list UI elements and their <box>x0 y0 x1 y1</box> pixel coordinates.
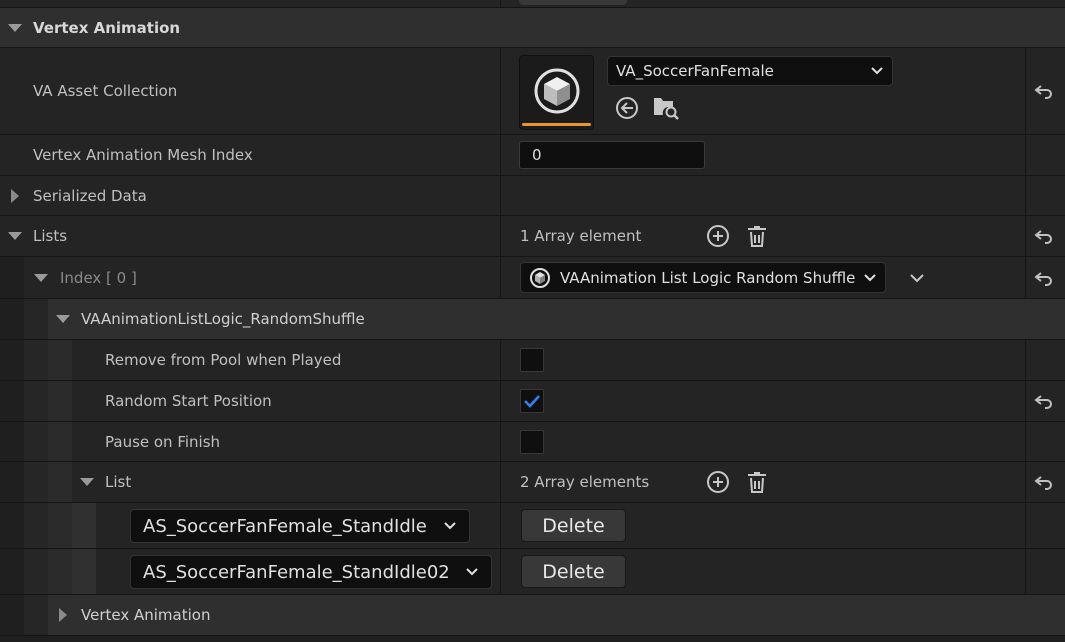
row-remove-from-pool: Remove from Pool when Played <box>0 340 1065 381</box>
animation-picker-value: AS_SoccerFanFemale_StandIdle02 <box>143 561 450 583</box>
add-element-icon[interactable] <box>706 224 730 248</box>
remove-from-pool-checkbox[interactable] <box>520 348 544 372</box>
property-label: Serialized Data <box>33 186 147 205</box>
delete-button[interactable]: Delete <box>521 509 626 542</box>
chevron-down-icon <box>444 522 456 530</box>
use-selected-arrow-icon[interactable] <box>614 95 640 121</box>
reset-to-default-icon[interactable] <box>1033 80 1055 102</box>
chevron-down-icon <box>871 67 883 75</box>
row-index-0: Index [ 0 ] VAAnimation List Logic Rando… <box>0 257 1065 299</box>
collapse-arrow-icon[interactable] <box>8 232 22 240</box>
chevron-down-icon[interactable] <box>909 271 925 285</box>
asset-picker-combo[interactable]: VA_SoccerFanFemale <box>607 56 893 86</box>
row-lists: Lists 1 Array element <box>0 216 1065 257</box>
static-mesh-icon <box>534 68 580 114</box>
property-label: Vertex Animation Mesh Index <box>33 146 253 164</box>
reset-to-default-icon[interactable] <box>1033 390 1055 412</box>
row-pause-on-finish: Pause on Finish <box>0 422 1065 462</box>
row-random-start: Random Start Position <box>0 381 1065 422</box>
section-title: Vertex Animation <box>81 606 211 624</box>
property-label: Random Start Position <box>105 392 272 410</box>
animation-picker-combo[interactable]: AS_SoccerFanFemale_StandIdle02 <box>130 555 492 589</box>
property-label: VA Asset Collection <box>33 82 178 100</box>
collapse-arrow-icon[interactable] <box>34 273 48 282</box>
previous-row <box>0 0 1065 8</box>
chevron-down-icon <box>466 568 478 576</box>
previous-row-button[interactable] <box>519 0 627 5</box>
row-list: List 2 Array elements <box>0 462 1065 503</box>
bottom-spacer <box>0 636 1065 642</box>
property-label: Lists <box>33 227 68 245</box>
chevron-down-icon <box>864 273 876 281</box>
expand-arrow-icon[interactable] <box>11 188 19 203</box>
list-item: AS_SoccerFanFemale_StandIdle Delete <box>0 503 1065 549</box>
property-label: Pause on Finish <box>105 432 221 451</box>
section-title: VAAnimationListLogic_RandomShuffle <box>81 310 365 328</box>
animation-picker-combo[interactable]: AS_SoccerFanFemale_StandIdle <box>130 509 470 543</box>
row-mesh-index: Vertex Animation Mesh Index 0 <box>0 135 1065 176</box>
property-label: List <box>105 473 132 491</box>
collapse-arrow-icon[interactable] <box>56 315 70 323</box>
collapse-arrow-icon[interactable] <box>8 23 22 32</box>
random-start-checkbox[interactable] <box>520 389 544 413</box>
property-label: Remove from Pool when Played <box>105 351 342 369</box>
property-label: Index [ 0 ] <box>60 268 137 287</box>
trash-icon[interactable] <box>745 470 769 494</box>
asset-picker-value: VA_SoccerFanFemale <box>616 62 774 80</box>
row-va-asset-collection: VA Asset Collection VA_SoccerFanFemale <box>0 48 1065 135</box>
mesh-index-input[interactable]: 0 <box>519 141 705 169</box>
list-item: AS_SoccerFanFemale_StandIdle02 Delete <box>0 549 1065 595</box>
section-logic-category[interactable]: VAAnimationListLogic_RandomShuffle <box>0 299 1065 340</box>
trash-icon[interactable] <box>745 224 769 248</box>
reset-to-default-icon[interactable] <box>1033 471 1055 493</box>
row-serialized-data[interactable]: Serialized Data <box>0 176 1065 216</box>
class-icon <box>530 267 550 288</box>
pause-on-finish-checkbox[interactable] <box>520 430 544 454</box>
section-vertex-animation[interactable]: Vertex Animation <box>0 8 1065 48</box>
section-vertex-animation-bottom[interactable]: Vertex Animation <box>0 595 1065 636</box>
array-count: 2 Array elements <box>520 473 650 491</box>
class-picker-combo[interactable]: VAAnimation List Logic Random Shuffle <box>520 262 886 293</box>
checkmark-icon <box>524 395 540 408</box>
section-title: Vertex Animation <box>33 18 181 37</box>
reset-to-default-icon[interactable] <box>1033 225 1055 247</box>
array-count: 1 Array element <box>520 227 642 245</box>
asset-type-color-bar <box>522 123 591 126</box>
add-element-icon[interactable] <box>706 470 730 494</box>
details-panel: Vertex Animation VA Asset Collection VA_… <box>0 0 1065 642</box>
animation-picker-value: AS_SoccerFanFemale_StandIdle <box>143 515 427 537</box>
class-picker-value: VAAnimation List Logic Random Shuffle <box>560 268 856 287</box>
collapse-arrow-icon[interactable] <box>80 478 94 486</box>
reset-to-default-icon[interactable] <box>1033 267 1055 289</box>
asset-thumbnail[interactable] <box>519 55 594 130</box>
expand-arrow-icon[interactable] <box>59 608 67 622</box>
delete-button[interactable]: Delete <box>521 555 626 588</box>
browse-folder-search-icon[interactable] <box>652 93 680 121</box>
